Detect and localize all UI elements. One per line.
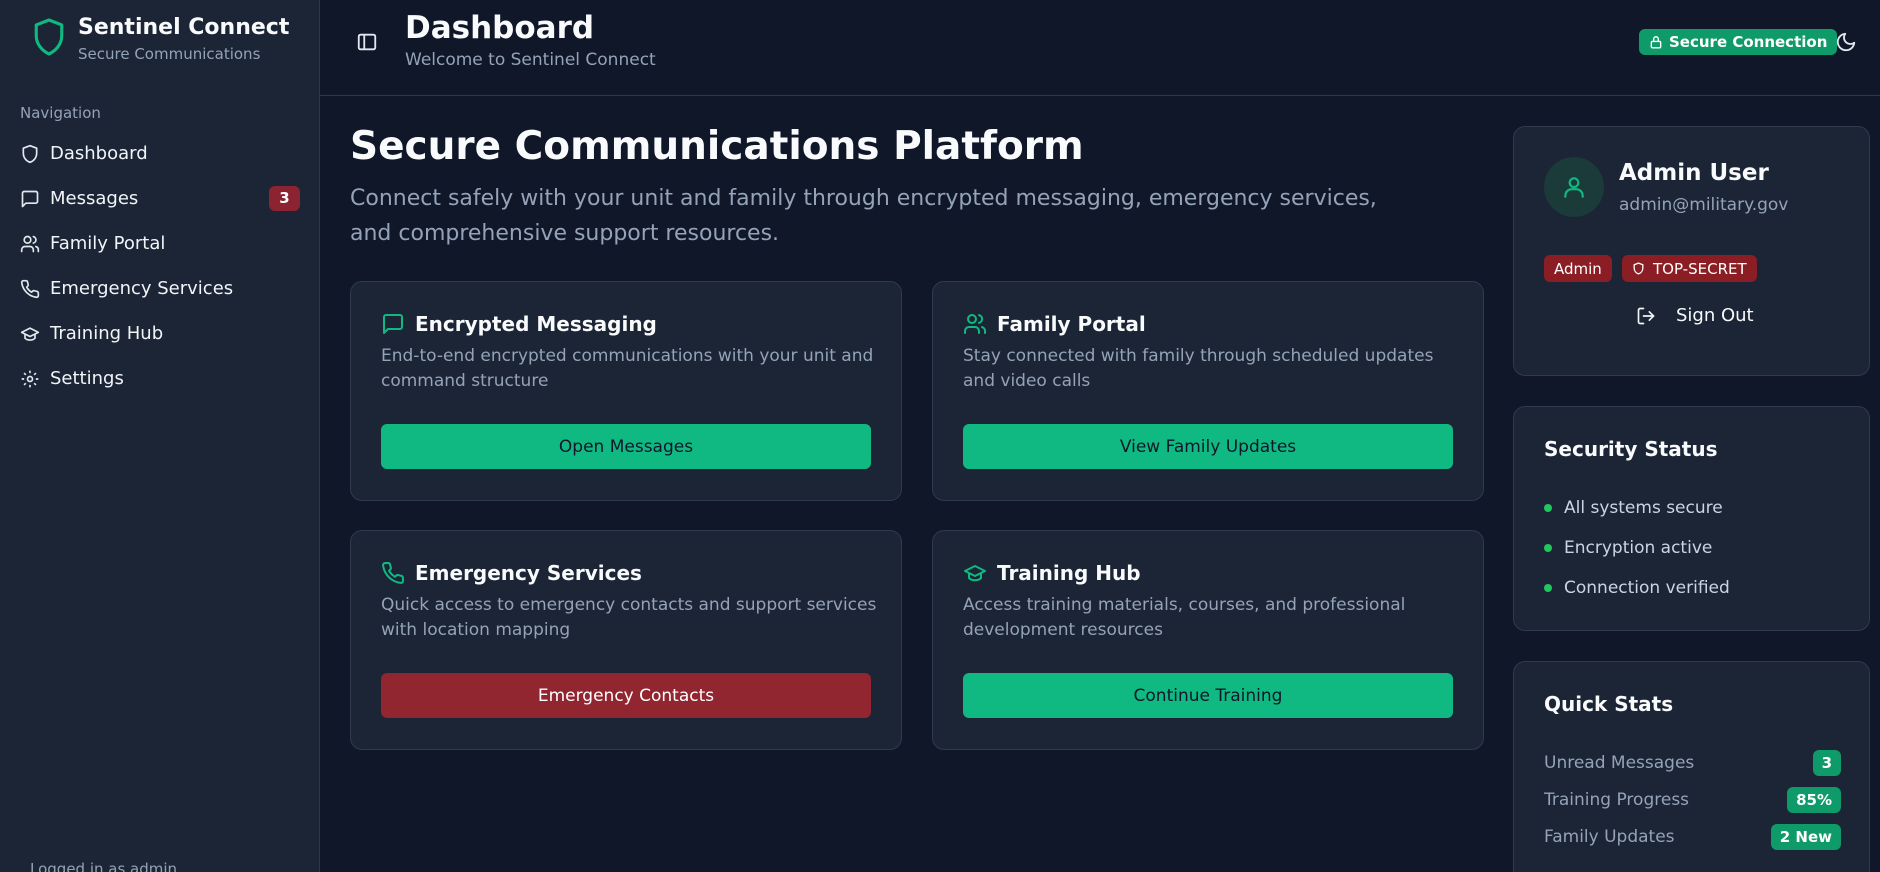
users-icon (20, 234, 40, 254)
shield-icon (1633, 262, 1644, 275)
log-out-icon (1637, 307, 1655, 324)
secure-connection-badge: Secure Connection (1639, 29, 1838, 55)
hero-title: Secure Communications Platform (350, 124, 1084, 169)
message-icon (20, 189, 40, 209)
phone-icon (20, 279, 40, 299)
stat-label: Training Progress (1544, 790, 1690, 810)
open-messages-button[interactable]: Open Messages (381, 424, 871, 469)
stat-label: Family Updates (1544, 827, 1675, 847)
stat-row: Unread Messages 3 (1544, 750, 1841, 776)
stat-row: Training Progress 85% (1544, 787, 1841, 813)
sidebar-item-dashboard[interactable]: Dashboard (12, 131, 308, 176)
user-icon (1564, 177, 1584, 198)
card-encrypted-messaging: Encrypted Messaging End-to-end encrypted… (350, 281, 902, 501)
user-name: Admin User (1619, 160, 1769, 186)
lock-icon (1650, 36, 1662, 49)
emergency-contacts-button[interactable]: Emergency Contacts (381, 673, 871, 718)
stat-value-badge: 2 New (1770, 824, 1841, 850)
page-title: Dashboard (405, 10, 595, 46)
sidebar-toggle-icon[interactable] (356, 31, 378, 53)
sidebar-item-label: Emergency Services (50, 278, 234, 299)
status-item: Encryption active (1544, 538, 1712, 558)
brand[interactable]: Sentinel Connect Secure Communications (32, 14, 289, 66)
stat-value-badge: 85% (1787, 787, 1841, 813)
sidebar-item-messages[interactable]: Messages 3 (12, 176, 308, 221)
graduation-cap-icon (20, 324, 40, 344)
sidebar: Sentinel Connect Secure Communications N… (0, 0, 320, 872)
stat-row: Family Updates 2 New (1544, 824, 1841, 850)
secure-connection-label: Secure Connection (1669, 33, 1828, 51)
card-title: Encrypted Messaging (415, 312, 657, 336)
sidebar-item-emergency-services[interactable]: Emergency Services (12, 266, 308, 311)
page-subtitle: Welcome to Sentinel Connect (405, 50, 656, 70)
continue-training-button[interactable]: Continue Training (963, 673, 1453, 718)
status-dot (1544, 504, 1552, 512)
unread-count-badge: 3 (269, 186, 300, 211)
status-item: All systems secure (1544, 498, 1723, 518)
moon-icon[interactable] (1835, 31, 1857, 53)
quick-stats-title: Quick Stats (1544, 692, 1674, 716)
message-icon (383, 314, 403, 334)
stat-label: Unread Messages (1544, 753, 1695, 773)
role-label: Admin (1554, 259, 1602, 278)
card-description: Quick access to emergency contacts and s… (381, 595, 877, 640)
clearance-label: TOP-SECRET (1653, 259, 1747, 278)
sidebar-item-settings[interactable]: Settings (12, 356, 308, 401)
status-dot (1544, 544, 1552, 552)
sign-out-button[interactable]: Sign Out (1636, 305, 1754, 326)
nav-heading: Navigation (20, 104, 101, 122)
phone-icon (382, 561, 405, 584)
graduation-cap-icon (964, 565, 986, 582)
card-description: Access training materials, courses, and … (963, 595, 1406, 640)
sidebar-item-training-hub[interactable]: Training Hub (12, 311, 308, 356)
sidebar-nav: Dashboard Messages 3 Family Portal Emerg… (12, 131, 308, 401)
users-icon (964, 314, 987, 334)
sidebar-item-label: Messages (50, 188, 139, 209)
avatar (1544, 157, 1604, 217)
brand-title: Sentinel Connect (78, 15, 290, 40)
card-training-hub: Training Hub Access training materials, … (932, 530, 1484, 750)
gear-icon (20, 369, 40, 389)
status-text: Connection verified (1564, 578, 1730, 598)
sidebar-item-label: Training Hub (50, 323, 164, 344)
sign-out-label: Sign Out (1676, 305, 1754, 326)
stat-value-badge: 3 (1812, 750, 1841, 776)
quick-stats-panel: Quick Stats Unread Messages 3 Training P… (1513, 661, 1870, 872)
card-description: End-to-end encrypted communications with… (381, 346, 874, 391)
view-family-updates-button[interactable]: View Family Updates (963, 424, 1453, 469)
sidebar-item-label: Settings (50, 368, 124, 389)
card-title: Training Hub (997, 561, 1141, 585)
card-family-portal: Family Portal Stay connected with family… (932, 281, 1484, 501)
user-profile-panel: Admin User admin@military.gov Admin TOP-… (1513, 126, 1870, 376)
clearance-badge: TOP-SECRET (1622, 255, 1757, 282)
sidebar-item-label: Dashboard (50, 143, 148, 164)
brand-subtitle: Secure Communications (78, 45, 261, 63)
card-title: Emergency Services (415, 561, 642, 585)
card-emergency-services: Emergency Services Quick access to emerg… (350, 530, 902, 750)
security-status-title: Security Status (1544, 437, 1718, 461)
security-status-panel: Security Status All systems secure Encry… (1513, 406, 1870, 631)
card-title: Family Portal (997, 312, 1146, 336)
shield-icon (20, 144, 40, 164)
sidebar-item-family-portal[interactable]: Family Portal (12, 221, 308, 266)
status-text: Encryption active (1564, 538, 1713, 558)
top-header: Dashboard Welcome to Sentinel Connect Se… (320, 0, 1880, 96)
card-description: Stay connected with family through sched… (963, 346, 1434, 391)
status-text: All systems secure (1564, 498, 1723, 518)
sidebar-item-label: Family Portal (50, 233, 166, 254)
login-status: Logged in as admin (30, 860, 178, 872)
status-dot (1544, 584, 1552, 592)
status-item: Connection verified (1544, 578, 1730, 598)
role-badge: Admin (1544, 255, 1612, 282)
shield-logo-icon (32, 17, 66, 59)
user-email: admin@military.gov (1619, 195, 1789, 215)
hero-description: Connect safely with your unit and family… (350, 186, 1377, 246)
